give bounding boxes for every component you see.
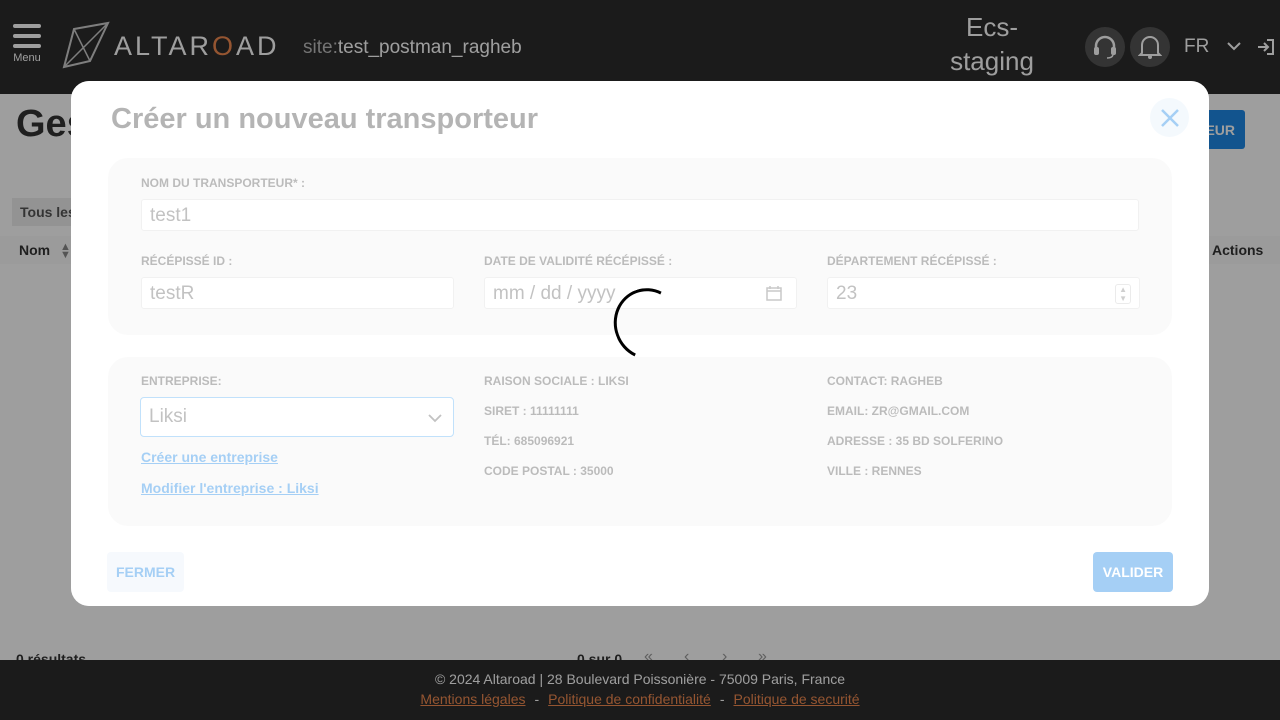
department-value: 23 xyxy=(836,283,858,304)
close-button[interactable]: FERMER xyxy=(107,552,184,592)
edit-company-link[interactable]: Modifier l'entreprise : Liksi xyxy=(141,480,319,496)
company-select[interactable]: Liksi xyxy=(140,397,454,437)
company-label: ENTREPRISE: xyxy=(141,374,222,388)
validity-date-label: DATE DE VALIDITÉ RÉCÉPISSÉ : xyxy=(484,254,673,268)
address-info: ADRESSE : 35 BD SOLFERINO xyxy=(827,434,1004,448)
phone-info: TÉL: 685096921 xyxy=(484,434,575,448)
siret-info: SIRET : 11111111 xyxy=(484,404,579,418)
department-input[interactable]: 23 ▲ ▼ xyxy=(827,277,1140,309)
modal-title: Créer un nouveau transporteur xyxy=(111,103,539,135)
create-carrier-modal: Créer un nouveau transporteur NOM DU TRA… xyxy=(71,81,1209,606)
receipt-id-label: RÉCÉPISSÉ ID : xyxy=(141,254,233,268)
contact-info: CONTACT: RAGHEB xyxy=(827,374,943,388)
chevron-down-icon xyxy=(428,414,442,423)
create-company-link[interactable]: Créer une entreprise xyxy=(141,449,278,465)
company-section: ENTREPRISE: Liksi Créer une entreprise M… xyxy=(108,357,1172,526)
email-info: EMAIL: ZR@GMAIL.COM xyxy=(827,404,970,418)
carrier-name-input[interactable]: test1 xyxy=(141,199,1139,231)
company-name-info: RAISON SOCIALE : LIKSI xyxy=(484,374,629,388)
date-placeholder: mm / dd / yyyy xyxy=(493,283,616,304)
number-stepper-icon[interactable]: ▲ ▼ xyxy=(1115,284,1131,304)
close-icon xyxy=(1160,108,1179,127)
receipt-id-input[interactable]: testR xyxy=(141,277,454,309)
department-label: DÉPARTEMENT RÉCÉPISSÉ : xyxy=(827,254,997,268)
city-info: VILLE : RENNES xyxy=(827,464,922,478)
calendar-icon[interactable] xyxy=(766,285,782,301)
company-select-value: Liksi xyxy=(149,406,188,427)
validate-button[interactable]: VALIDER xyxy=(1093,552,1173,592)
postal-code-info: CODE POSTAL : 35000 xyxy=(484,464,614,478)
modal-close-button[interactable] xyxy=(1150,98,1189,137)
carrier-name-label: NOM DU TRANSPORTEUR* : xyxy=(141,176,305,190)
